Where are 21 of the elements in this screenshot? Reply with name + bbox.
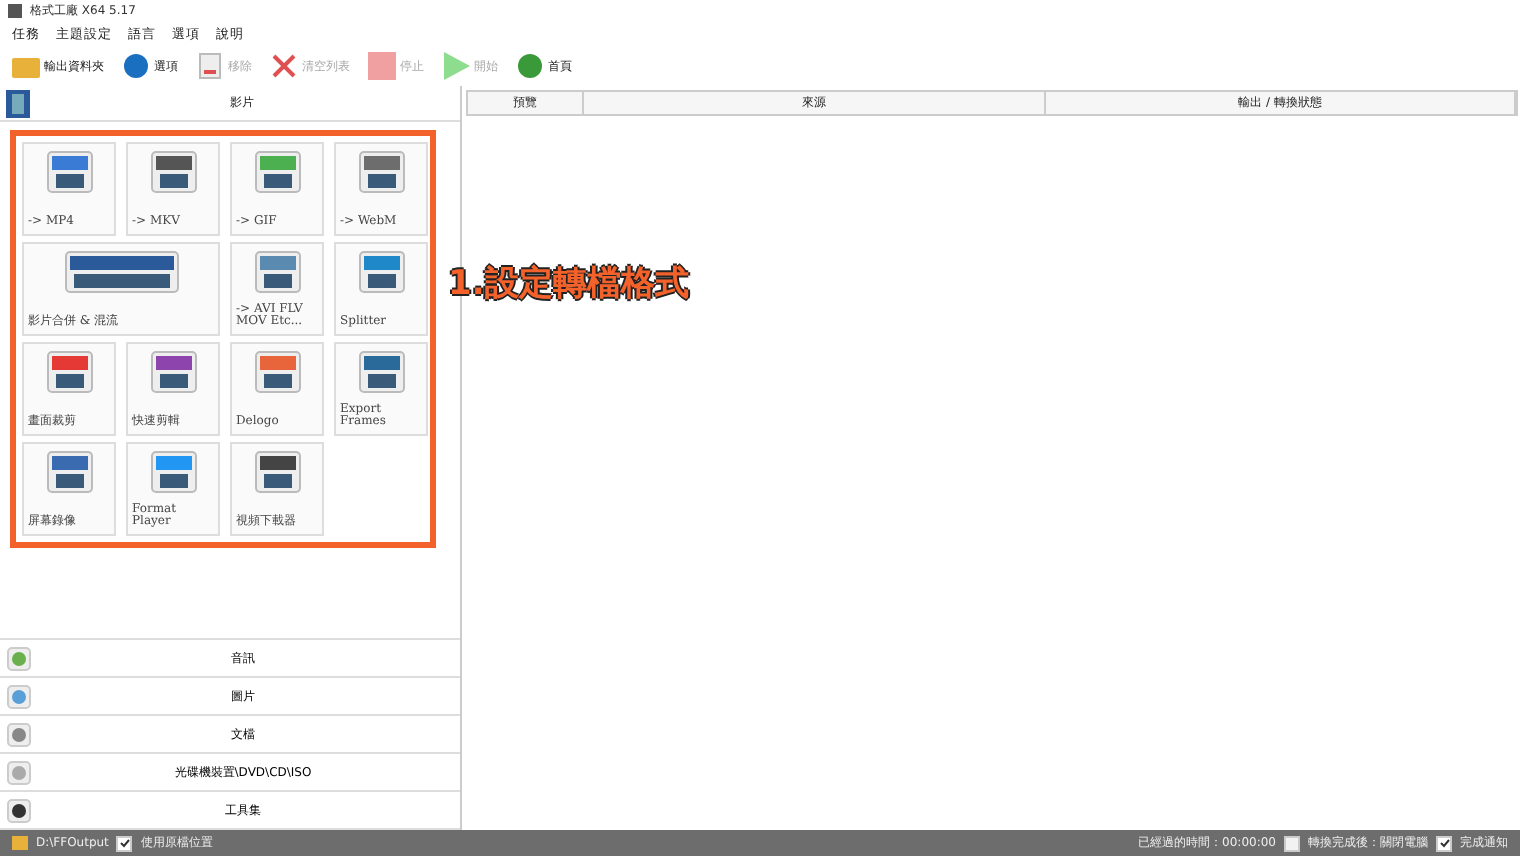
folder-icon [12, 52, 40, 80]
checkbox[interactable] [116, 835, 133, 851]
video-file-icon [43, 448, 95, 496]
video-file-icon [251, 348, 303, 396]
stop-icon [368, 52, 396, 80]
video-file-icon [147, 148, 199, 196]
video-file-icon [251, 448, 303, 496]
cross-icon [270, 52, 298, 80]
video-file-icon [147, 448, 199, 496]
folder-icon [12, 836, 28, 850]
annotation-text: 1.設定轉檔格式 [448, 262, 689, 306]
checkbox[interactable] [1284, 835, 1300, 851]
video-file-icon [355, 148, 407, 196]
video-file-icon [251, 148, 303, 196]
app-icon [8, 4, 22, 18]
video-file-icon [355, 348, 407, 396]
video-file-icon [43, 148, 95, 196]
checkbox[interactable] [1436, 835, 1452, 851]
video-file-icon [251, 248, 303, 296]
video-file-icon [355, 248, 407, 296]
play-icon [442, 52, 470, 80]
